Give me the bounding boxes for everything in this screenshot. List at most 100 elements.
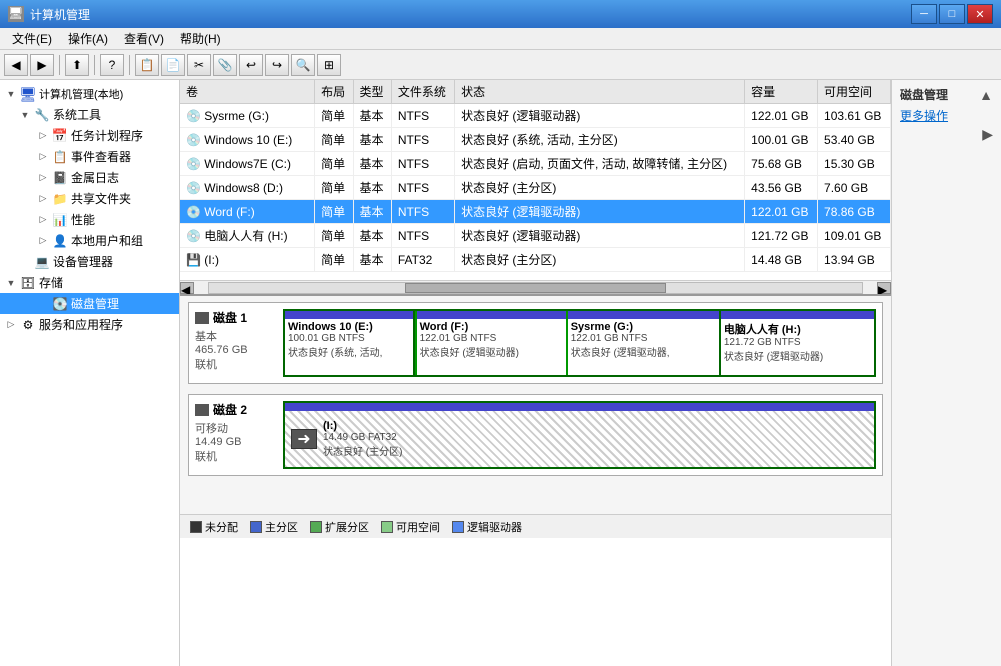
- disk-table-area[interactable]: 卷 布局 类型 文件系统 状态 容量 可用空间 💿 Sysrme (G:) 简单…: [180, 80, 891, 280]
- table-row[interactable]: 💿 Sysrme (G:) 简单 基本 NTFS 状态良好 (逻辑驱动器) 12…: [180, 104, 891, 128]
- col-status: 状态: [455, 80, 745, 104]
- expand-users[interactable]: ▷: [36, 234, 50, 248]
- table-row[interactable]: 💿 Windows7E (C:) 简单 基本 NTFS 状态良好 (启动, 页面…: [180, 152, 891, 176]
- toolbar-btn-6[interactable]: ↪: [265, 54, 289, 76]
- action-more-link[interactable]: 更多操作: [900, 107, 993, 124]
- disk-1-label: 磁盘 1: [213, 309, 247, 326]
- sidebar-item-performance[interactable]: ▷ 📊 性能: [0, 209, 179, 230]
- expand-storage[interactable]: ▼: [4, 276, 18, 290]
- show-help-button[interactable]: ?: [100, 54, 124, 76]
- legend-unallocated-box: [190, 521, 202, 533]
- sidebar-item-label: 本地用户和组: [71, 232, 143, 249]
- menu-view[interactable]: 查看(V): [116, 28, 172, 49]
- sidebar-item-label: 性能: [71, 211, 95, 228]
- col-fs: 文件系统: [391, 80, 454, 104]
- expand-system-tools[interactable]: ▼: [18, 108, 32, 122]
- menu-help[interactable]: 帮助(H): [172, 28, 229, 49]
- disk-2-bar[interactable]: ➜ (I:) 14.49 GB FAT32 状态良好 (主分区): [283, 401, 876, 469]
- sidebar-item-storage[interactable]: ▼ 🗄 存储: [0, 272, 179, 293]
- expand-services[interactable]: ▷: [4, 318, 18, 332]
- legend-logical: 逻辑驱动器: [452, 519, 522, 535]
- scroll-thumb[interactable]: [405, 283, 666, 293]
- table-row[interactable]: 💿 Windows 10 (E:) 简单 基本 NTFS 状态良好 (系统, 活…: [180, 128, 891, 152]
- log-icon: 📓: [52, 171, 68, 185]
- menu-bar: 文件(E) 操作(A) 查看(V) 帮助(H): [0, 28, 1001, 50]
- toolbar-btn-2[interactable]: 📄: [161, 54, 185, 76]
- scroll-track[interactable]: [208, 282, 863, 294]
- toolbar-btn-1[interactable]: 📋: [135, 54, 159, 76]
- disk-1-bar[interactable]: Windows 10 (E:) 100.01 GB NTFS 状态良好 (系统,…: [283, 309, 876, 377]
- toolbar-btn-7[interactable]: 🔍: [291, 54, 315, 76]
- arrow-icon: ➜: [291, 429, 317, 449]
- toolbar-btn-8[interactable]: ⊞: [317, 54, 341, 76]
- cell-layout: 简单: [315, 248, 353, 272]
- window-controls[interactable]: ─ □ ✕: [911, 4, 993, 24]
- partition-h-content: 电脑人人有 (H:) 121.72 GB NTFS 状态良好 (逻辑驱动器): [721, 319, 874, 365]
- legend-extended-label: 扩展分区: [325, 519, 369, 535]
- forward-button[interactable]: ▶: [30, 54, 54, 76]
- table-row[interactable]: 💿 Windows8 (D:) 简单 基本 NTFS 状态良好 (主分区) 43…: [180, 176, 891, 200]
- partition-h-sub1: 121.72 GB NTFS: [724, 337, 871, 348]
- sidebar-item-label: 磁盘管理: [71, 295, 119, 312]
- toolbar-btn-5[interactable]: ↩: [239, 54, 263, 76]
- action-expand-icon[interactable]: ▲: [979, 87, 993, 103]
- cell-status: 状态良好 (启动, 页面文件, 活动, 故障转储, 主分区): [455, 152, 745, 176]
- toolbar-btn-3[interactable]: ✂: [187, 54, 211, 76]
- cell-capacity: 14.48 GB: [745, 248, 818, 272]
- sidebar-item-system-tools[interactable]: ▼ 🔧 系统工具: [0, 104, 179, 125]
- window-title: 计算机管理: [30, 6, 90, 23]
- legend-unallocated-label: 未分配: [205, 519, 238, 535]
- expand-gold-log[interactable]: ▷: [36, 171, 50, 185]
- sidebar-item-gold-log[interactable]: ▷ 📓 金属日志: [0, 167, 179, 188]
- expand-shared[interactable]: ▷: [36, 192, 50, 206]
- cell-free: 7.60 GB: [818, 176, 891, 200]
- partition-f-sub2: 状态良好 (逻辑驱动器): [420, 344, 563, 359]
- expand-root[interactable]: ▼: [4, 87, 18, 101]
- sidebar-item-disk-mgmt[interactable]: 💽 磁盘管理: [0, 293, 179, 314]
- expand-event-viewer[interactable]: ▷: [36, 150, 50, 164]
- disk-2-partition-i[interactable]: ➜ (I:) 14.49 GB FAT32 状态良好 (主分区): [285, 411, 874, 467]
- cell-fs: NTFS: [391, 176, 454, 200]
- minimize-button[interactable]: ─: [911, 4, 937, 24]
- menu-file[interactable]: 文件(E): [4, 28, 60, 49]
- disk-1-size: 465.76 GB: [195, 344, 275, 356]
- action-more-icon[interactable]: ▶: [900, 126, 993, 143]
- menu-action[interactable]: 操作(A): [60, 28, 116, 49]
- sidebar-root[interactable]: ▼ 🖥 计算机管理(本地): [0, 84, 179, 104]
- scroll-right-btn[interactable]: ▶: [877, 282, 891, 294]
- close-button[interactable]: ✕: [967, 4, 993, 24]
- sidebar-item-shared-folders[interactable]: ▷ 📁 共享文件夹: [0, 188, 179, 209]
- sidebar-item-services[interactable]: ▷ ⚙ 服务和应用程序: [0, 314, 179, 335]
- partition-h[interactable]: 电脑人人有 (H:) 121.72 GB NTFS 状态良好 (逻辑驱动器): [721, 311, 874, 375]
- toolbar-btn-4[interactable]: 📎: [213, 54, 237, 76]
- disk-2-label: 磁盘 2: [213, 401, 247, 418]
- cell-fs: NTFS: [391, 104, 454, 128]
- expand-task-scheduler[interactable]: ▷: [36, 129, 50, 143]
- sidebar-item-local-users[interactable]: ▷ 👤 本地用户和组: [0, 230, 179, 251]
- sidebar-item-device-manager[interactable]: 💻 设备管理器: [0, 251, 179, 272]
- table-row[interactable]: 💾 (I:) 简单 基本 FAT32 状态良好 (主分区) 14.48 GB 1…: [180, 248, 891, 272]
- partition-e[interactable]: Windows 10 (E:) 100.01 GB NTFS 状态良好 (系统,…: [285, 311, 415, 375]
- back-button[interactable]: ◀: [4, 54, 28, 76]
- partition-g[interactable]: Sysrme (G:) 122.01 GB NTFS 状态良好 (逻辑驱动器,: [568, 311, 721, 375]
- cell-volume: 💿 电脑人人有 (H:): [180, 224, 315, 248]
- disk-2-info: 磁盘 2 可移动 14.49 GB 联机: [195, 401, 275, 464]
- horizontal-scrollbar[interactable]: ◀ ▶: [180, 280, 891, 294]
- disk-2-icon: [195, 404, 209, 416]
- sidebar-item-task-scheduler[interactable]: ▷ 📅 任务计划程序: [0, 125, 179, 146]
- partition-g-sub2: 状态良好 (逻辑驱动器,: [571, 344, 716, 359]
- maximize-button[interactable]: □: [939, 4, 965, 24]
- up-button[interactable]: ⬆: [65, 54, 89, 76]
- expand-perf[interactable]: ▷: [36, 213, 50, 227]
- partition-f[interactable]: Word (F:) 122.01 GB NTFS 状态良好 (逻辑驱动器): [415, 309, 568, 377]
- scroll-left-btn[interactable]: ◀: [180, 282, 194, 294]
- disk-table: 卷 布局 类型 文件系统 状态 容量 可用空间 💿 Sysrme (G:) 简单…: [180, 80, 891, 272]
- table-row[interactable]: 💿 电脑人人有 (H:) 简单 基本 NTFS 状态良好 (逻辑驱动器) 121…: [180, 224, 891, 248]
- sidebar-item-event-viewer[interactable]: ▷ 📋 事件查看器: [0, 146, 179, 167]
- cell-volume: 💿 Sysrme (G:): [180, 104, 315, 128]
- disk-1-row: 磁盘 1 基本 465.76 GB 联机 Windows 10 (E:: [188, 302, 883, 384]
- col-type: 类型: [353, 80, 391, 104]
- partition-e-label: Windows 10 (E:): [288, 321, 410, 333]
- sidebar: ▼ 🖥 计算机管理(本地) ▼ 🔧 系统工具 ▷ 📅 任务计划程序 ▷ 📋 事件…: [0, 80, 180, 666]
- table-row[interactable]: 💿 Word (F:) 简单 基本 NTFS 状态良好 (逻辑驱动器) 122.…: [180, 200, 891, 224]
